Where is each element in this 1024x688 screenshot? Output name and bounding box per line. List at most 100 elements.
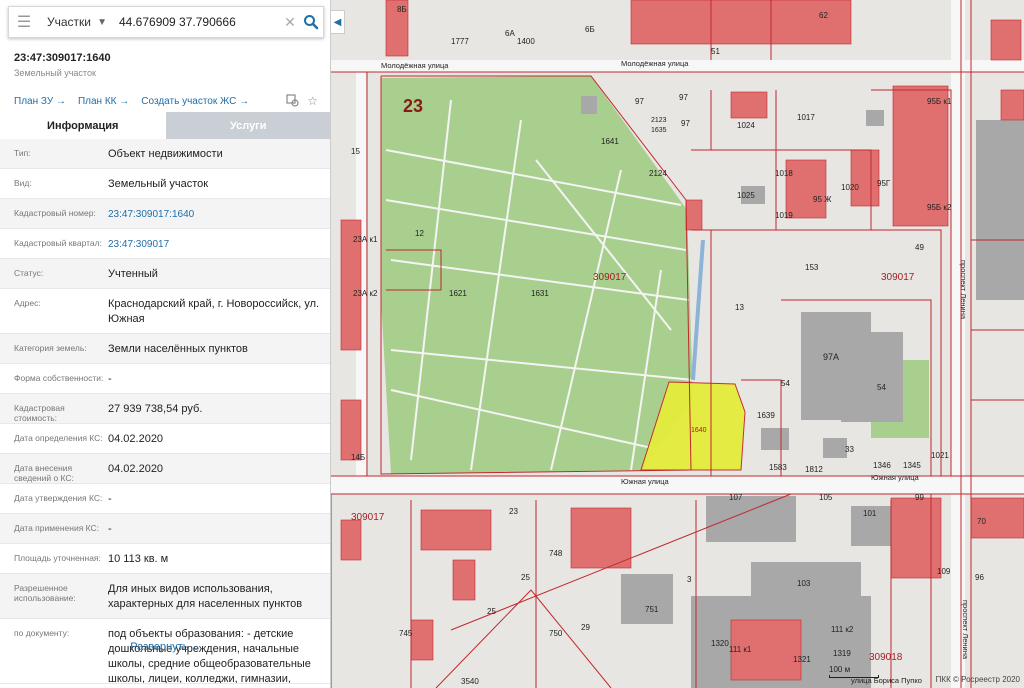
zoom-to-icon[interactable] [286, 94, 299, 110]
create-zs-link[interactable]: Создать участок ЖС → [141, 96, 249, 107]
map-label-prospekt-lenina-2: проспект Ленина [961, 600, 970, 660]
attribute-value[interactable]: 23:47:309017:1640 [108, 199, 330, 228]
map-label-plot-33: 33 [845, 445, 854, 454]
map-label-plot-25b: 25 [487, 607, 496, 616]
menu-icon[interactable]: ☰ [9, 7, 39, 37]
attribute-value: 10 113 кв. м [108, 553, 169, 565]
collapse-panel-button[interactable]: ◀ [331, 10, 345, 34]
attribute-value: - [108, 523, 112, 535]
map-label-plot-1019: 1019 [775, 211, 793, 220]
chevron-down-icon: ⌄ [191, 641, 201, 653]
expand-link[interactable]: Развернуть ⌄ [0, 640, 330, 654]
chevron-down-icon: ▼ [97, 16, 107, 28]
map-label-plot-103: 103 [797, 579, 811, 588]
map-label-plot-111k2: 111 к2 [831, 625, 854, 634]
map-label-plot-97b: 97 [679, 93, 688, 102]
tab-info[interactable]: Информация [0, 112, 166, 139]
map-label-plot-6B: 6Б [585, 25, 595, 34]
map-label-plot-99: 99 [915, 493, 924, 502]
map-label-plot-1400: 1400 [517, 37, 535, 46]
map-label-quarter-2: 309017 [881, 272, 915, 283]
attribute-row: Кадастровая стоимость: 27 939 738,54 руб. [0, 394, 330, 424]
map-label-plot-750: 750 [549, 629, 563, 638]
map-label-plot-1319: 1319 [833, 649, 851, 658]
map-label-plot-95Bk2: 95Б к2 [927, 203, 952, 212]
search-bar: ☰ Участки ▼ ✕ [8, 6, 324, 38]
attribute-key: Кадастровый квартал: [14, 238, 102, 248]
map-label-plot-70: 70 [977, 517, 986, 526]
attribute-value[interactable]: 23:47:309017 [108, 229, 330, 258]
attribute-key: Кадастровый номер: [14, 208, 96, 218]
favorite-star-icon[interactable]: ☆ [307, 94, 318, 110]
attribute-key: Форма собственности: [14, 373, 104, 383]
map-label-street-yuzhnaya-1: Южная улица [621, 477, 669, 486]
attribute-row: Дата внесения сведений о КС: 04.02.2020 [0, 454, 330, 484]
object-subtitle: Земельный участок [14, 68, 96, 78]
attribute-key: Тип: [14, 148, 31, 158]
map-label-big-23: 23 [403, 96, 423, 116]
tab-services[interactable]: Услуги [165, 112, 330, 139]
map-label-plot-12: 12 [415, 229, 424, 238]
search-type-select[interactable]: Участки ▼ [39, 15, 113, 29]
attribute-value: Краснодарский край, г. Новороссийск, ул.… [108, 298, 320, 325]
search-input[interactable] [113, 8, 281, 36]
map-canvas[interactable]: Молодёжная улица Молодёжная улица Южная ул… [331, 0, 1024, 688]
map-label-plot-95G: 95Г [877, 179, 891, 188]
map-label-plot-1583: 1583 [769, 463, 787, 472]
attribute-row: Дата определения КС: 04.02.2020 [0, 424, 330, 454]
map-label-street-molodezhnaya-1: Молодёжная улица [381, 61, 449, 70]
map-label-plot-1641: 1641 [601, 137, 619, 146]
panel-tabs: Информация Услуги [0, 112, 330, 139]
map-label-quarter-4: 309018 [869, 652, 903, 663]
map-label-plot-107: 107 [729, 493, 743, 502]
map-label-plot-1024: 1024 [737, 121, 755, 130]
attribute-row: Разрешенное использование: Для иных видов… [0, 574, 330, 619]
attribute-value: Земельный участок [108, 178, 209, 190]
map-label-plot-1631: 1631 [531, 289, 549, 298]
map-label-quarter-3: 309017 [351, 512, 385, 523]
map-label-plot-109: 109 [937, 567, 951, 576]
map-label-plot-95Zh: 95 Ж [813, 195, 832, 204]
map-label-plot-25a: 25 [521, 573, 530, 582]
map-label-plot-23Ak2: 23А к2 [353, 289, 378, 298]
map-label-plot-95Bk1: 95Б к1 [927, 97, 952, 106]
map-label-plot-49: 49 [915, 243, 924, 252]
map-label-plot-1635: 1635 [651, 127, 667, 134]
object-number: 23:47:309017:1640 [14, 52, 111, 64]
attribute-key: Дата утверждения КС: [14, 493, 103, 503]
attribute-key: Дата определения КС: [14, 433, 103, 443]
map-label-plot-13: 13 [735, 303, 744, 312]
cadastral-map[interactable]: Молодёжная улица Молодёжная улица Южная ул… [331, 0, 1024, 688]
attribute-value: Для иных видов использования, характерны… [108, 583, 303, 610]
info-panel: ☰ Участки ▼ ✕ 23:47:309017:1640 Земельны… [0, 0, 331, 688]
map-label-plot-1018: 1018 [775, 169, 793, 178]
attribute-value: 04.02.2020 [108, 463, 164, 475]
map-label-plot-3540: 3540 [461, 677, 479, 686]
attribute-row: Форма собственности: - [0, 364, 330, 394]
attribute-value: - [108, 493, 112, 505]
clear-icon[interactable]: ✕ [281, 14, 299, 31]
attribute-key: Разрешенное использование: [14, 583, 76, 603]
attribute-value: Земли населённых пунктов [108, 343, 248, 355]
attribute-key: Площадь уточненная: [14, 553, 101, 563]
attribute-key: Категория земель: [14, 343, 87, 353]
map-copyright: ПКК © Росреестр 2020 [935, 675, 1020, 684]
scale-label: 100 м [829, 665, 851, 674]
map-label-plot-1025: 1025 [737, 191, 755, 200]
map-label-plot-51: 51 [711, 47, 720, 56]
map-label-street-molodezhnaya-2: Молодёжная улица [621, 59, 689, 68]
map-label-plot-97c: 97 [681, 119, 690, 128]
action-links: План ЗУ → План КК → Создать участок ЖС → [14, 96, 249, 107]
map-label-plot-105: 105 [819, 493, 833, 502]
attribute-value: - [108, 373, 112, 385]
map-label-plot-97a: 97 [635, 97, 644, 106]
attribute-row: Вид: Земельный участок [0, 169, 330, 199]
search-icon[interactable] [299, 8, 323, 36]
plan-zu-link[interactable]: План ЗУ → [14, 96, 66, 107]
plan-kk-link[interactable]: План КК → [78, 96, 129, 107]
attribute-value: 27 939 738,54 руб. [108, 403, 203, 415]
panel-tools: ☆ [286, 94, 318, 110]
map-label-plot-1020: 1020 [841, 183, 859, 192]
map-label-plot-14B: 14Б [351, 453, 365, 462]
attribute-key: Адрес: [14, 298, 41, 308]
